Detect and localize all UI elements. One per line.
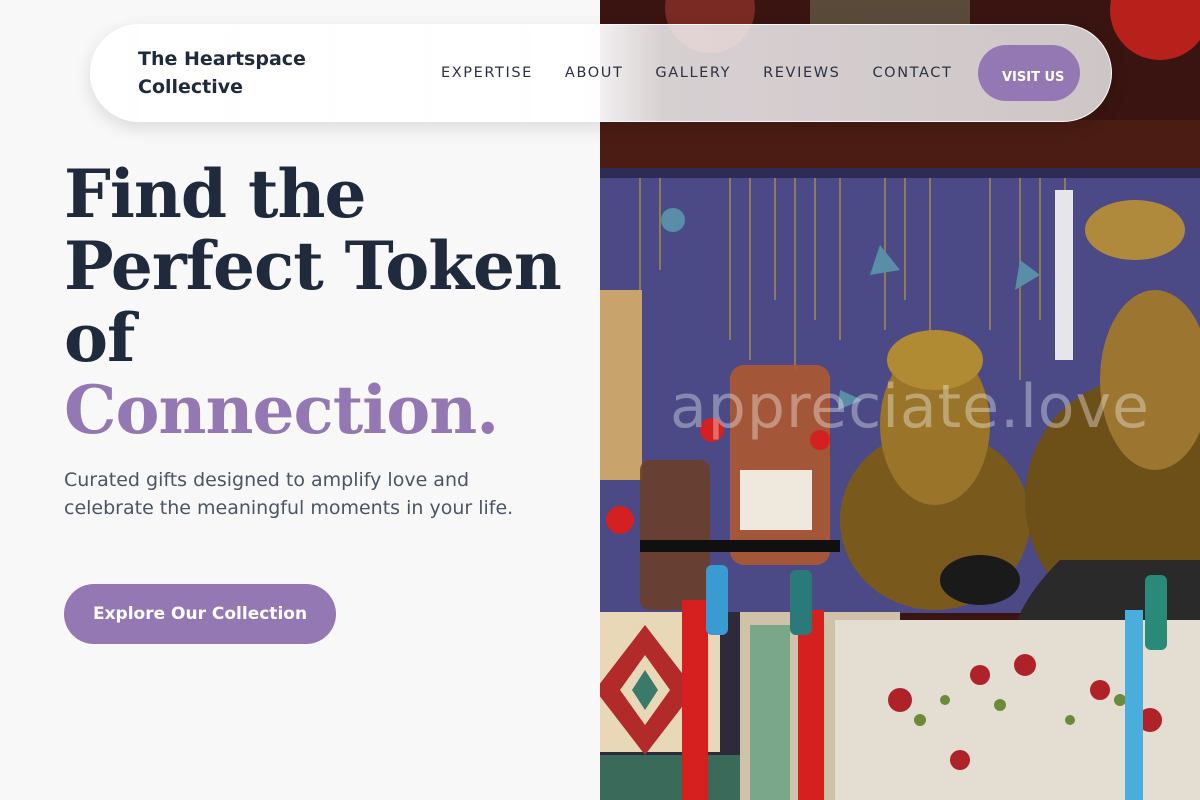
hero-subtext: Curated gifts designed to amplify love a… bbox=[64, 469, 514, 519]
nav-link-expertise[interactable]: EXPERTISE bbox=[441, 63, 533, 83]
nav-link-about[interactable]: ABOUT bbox=[565, 63, 624, 83]
nav-links: EXPERTISE ABOUT GALLERY REVIEWS CONTACT bbox=[441, 63, 984, 83]
hero-headline-accent: Connection. bbox=[64, 371, 499, 449]
visit-us-button[interactable]: VISIT US bbox=[978, 45, 1080, 101]
brand-logo-text[interactable]: The Heartspace Collective bbox=[138, 45, 338, 101]
top-navigation-bar: The Heartspace Collective EXPERTISE ABOU… bbox=[90, 24, 1112, 122]
hero-headline-main: Find the Perfect Token of bbox=[64, 155, 562, 377]
explore-collection-button[interactable]: Explore Our Collection bbox=[64, 584, 336, 644]
nav-link-reviews[interactable]: REVIEWS bbox=[763, 63, 840, 83]
hero-headline: Find the Perfect Token of Connection. bbox=[64, 158, 584, 446]
nav-link-contact[interactable]: CONTACT bbox=[872, 63, 952, 83]
nav-link-gallery[interactable]: GALLERY bbox=[655, 63, 731, 83]
